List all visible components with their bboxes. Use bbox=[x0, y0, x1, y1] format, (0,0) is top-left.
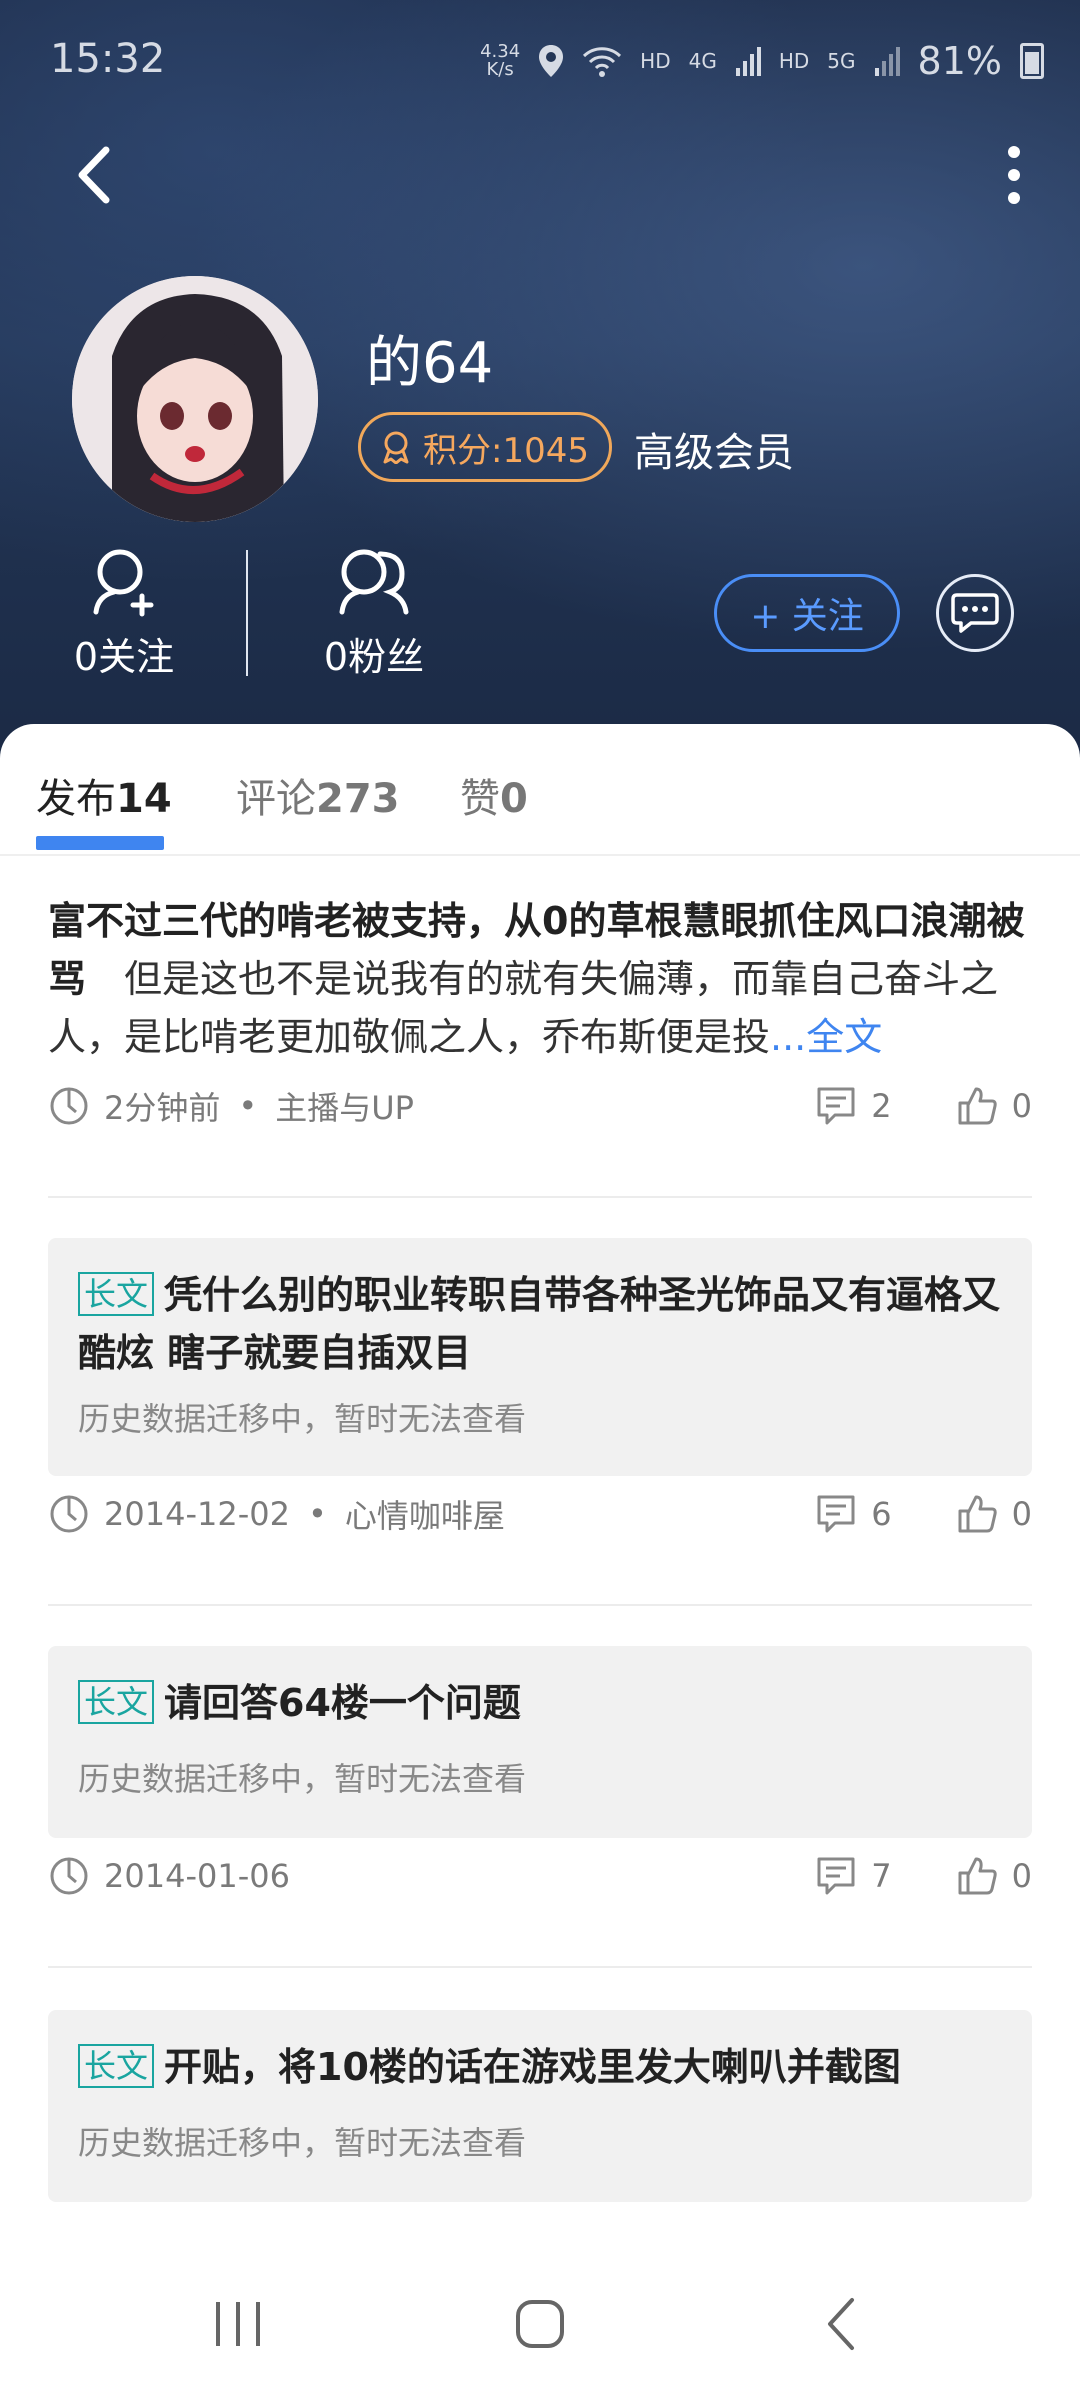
status-icons: 4.34 K/s HD 4G HD 5G 81% bbox=[480, 36, 1044, 86]
like-count: 0 bbox=[1011, 1087, 1032, 1125]
stat-divider bbox=[246, 550, 248, 676]
system-back-button[interactable] bbox=[812, 2294, 872, 2354]
post-time: 2014-01-06 bbox=[104, 1857, 290, 1895]
battery-level: 81% bbox=[917, 39, 1002, 83]
long-post-subtitle: 历史数据迁移中，暂时无法查看 bbox=[78, 1760, 527, 1798]
hd-label-2: HD bbox=[778, 49, 810, 73]
battery-icon bbox=[1020, 43, 1044, 79]
active-tab-indicator bbox=[36, 836, 164, 850]
recent-apps-icon bbox=[216, 2302, 260, 2346]
long-post-card[interactable]: 长文 请回答64楼一个问题 历史数据迁移中，暂时无法查看 bbox=[48, 1646, 1032, 1838]
followers-stat[interactable]: 0粉丝 bbox=[284, 540, 464, 681]
read-more-link[interactable]: ...全文 bbox=[770, 1015, 882, 1059]
status-bar: 15:32 4.34 K/s HD 4G HD 5G 81% bbox=[0, 0, 1080, 120]
post-time: 2分钟前 bbox=[104, 1089, 221, 1127]
network-type-1: 4G bbox=[688, 49, 717, 73]
fans-icon bbox=[339, 549, 409, 615]
points-badge[interactable]: 积分:1045 bbox=[358, 412, 612, 482]
tab-likes[interactable]: 赞0 bbox=[460, 766, 528, 824]
like-group[interactable]: 0 bbox=[956, 1493, 1032, 1535]
network-type-2: 5G bbox=[827, 49, 856, 73]
more-vertical-icon bbox=[1008, 146, 1020, 204]
location-icon bbox=[539, 45, 564, 77]
points-label: 积分:1045 bbox=[423, 430, 589, 471]
avatar-image bbox=[72, 276, 318, 522]
long-post-tag: 长文 bbox=[78, 1679, 155, 1724]
add-user-icon bbox=[93, 549, 154, 617]
long-post-card[interactable]: 长文 凭什么别的职业转职自带各种圣光饰品又有逼格又酷炫 瞎子就要自插双目 历史数据… bbox=[48, 1238, 1032, 1476]
comment-count: 7 bbox=[871, 1857, 892, 1895]
hd-label-1: HD bbox=[640, 49, 671, 73]
system-navigation-bar bbox=[0, 2252, 1080, 2400]
system-back-icon bbox=[828, 2298, 854, 2350]
post-meta: 2分钟前 • 主播与UP 2 0 bbox=[48, 1076, 1032, 1136]
comment-icon[interactable] bbox=[815, 1493, 857, 1535]
long-post-title: 长文 凭什么别的职业转职自带各种圣光饰品又有逼格又酷炫 瞎子就要自插双目 bbox=[78, 1271, 1001, 1375]
home-button[interactable] bbox=[510, 2294, 570, 2354]
clock-icon bbox=[50, 1087, 88, 1125]
post-meta: 2014-01-06 7 0 bbox=[48, 1846, 1032, 1906]
long-post-title: 长文 开贴，将10楼的话在游戏里发大喇叭并截图 bbox=[78, 2038, 1002, 2096]
post-category[interactable]: 主播与UP bbox=[275, 1083, 414, 1129]
post-time: 2014-12-02 bbox=[104, 1495, 290, 1533]
post-item[interactable]: 富不过三代的啃老被支持，从0的草根慧眼抓住风口浪潮被骂 但是这也不是说我有的就有… bbox=[48, 892, 1032, 1066]
comment-count: 6 bbox=[871, 1495, 892, 1533]
home-icon bbox=[516, 2300, 564, 2348]
status-time: 15:32 bbox=[50, 36, 166, 82]
follow-button-label: + 关注 bbox=[750, 596, 864, 637]
tab-bar: 发布14 评论273 赞0 bbox=[0, 724, 1080, 856]
long-post-tag: 长文 bbox=[78, 2043, 155, 2088]
like-count: 0 bbox=[1011, 1857, 1032, 1895]
post-meta: 2014-12-02 • 心情咖啡屋 6 0 bbox=[48, 1484, 1032, 1544]
divider bbox=[48, 1966, 1032, 1968]
meta-dot: • bbox=[307, 1495, 327, 1533]
post-category[interactable]: 心情咖啡屋 bbox=[345, 1491, 505, 1537]
medal-icon bbox=[383, 431, 409, 464]
comment-icon[interactable] bbox=[815, 1855, 857, 1897]
chat-icon bbox=[951, 593, 999, 633]
following-count: 0关注 bbox=[73, 635, 175, 679]
thumb-up-icon bbox=[958, 1857, 997, 1895]
like-count: 0 bbox=[1011, 1495, 1032, 1533]
like-group[interactable]: 0 bbox=[956, 1085, 1032, 1127]
divider bbox=[48, 1604, 1032, 1606]
long-post-title: 长文 请回答64楼一个问题 bbox=[78, 1674, 1002, 1732]
signal-icon-2 bbox=[874, 47, 900, 76]
comment-count: 2 bbox=[871, 1087, 892, 1125]
signal-icon-1 bbox=[735, 47, 761, 76]
recent-apps-button[interactable] bbox=[208, 2294, 268, 2354]
long-post-tag: 长文 bbox=[78, 1271, 155, 1316]
more-options-button[interactable] bbox=[984, 140, 1044, 210]
avatar[interactable] bbox=[72, 276, 318, 522]
back-button[interactable] bbox=[66, 140, 126, 210]
divider bbox=[48, 1196, 1032, 1198]
network-speed: 4.34 K/s bbox=[480, 41, 521, 80]
following-stat[interactable]: 0关注 bbox=[34, 540, 214, 681]
username: 的64 bbox=[366, 331, 494, 396]
long-post-card[interactable]: 长文 开贴，将10楼的话在游戏里发大喇叭并截图 历史数据迁移中，暂时无法查看 bbox=[48, 2010, 1032, 2202]
long-post-subtitle: 历史数据迁移中，暂时无法查看 bbox=[78, 2124, 527, 2162]
like-group[interactable]: 0 bbox=[956, 1855, 1032, 1897]
followers-count: 0粉丝 bbox=[323, 635, 425, 679]
thumb-up-icon bbox=[958, 1495, 997, 1533]
clock-icon bbox=[50, 1495, 88, 1533]
long-post-subtitle: 历史数据迁移中，暂时无法查看 bbox=[78, 1400, 527, 1438]
follow-button[interactable]: + 关注 bbox=[714, 574, 900, 652]
content-panel: 发布14 评论273 赞0 富不过三代的啃老被支持，从0的草根慧眼抓住风口浪潮被… bbox=[0, 724, 1080, 2400]
wifi-icon bbox=[583, 47, 622, 77]
back-arrow-icon bbox=[78, 146, 110, 204]
comment-icon[interactable] bbox=[815, 1085, 857, 1127]
post-text: 富不过三代的啃老被支持，从0的草根慧眼抓住风口浪潮被骂 但是这也不是说我有的就有… bbox=[48, 892, 1032, 1066]
tab-comments[interactable]: 评论273 bbox=[236, 766, 400, 824]
member-level: 高级会员 bbox=[634, 430, 794, 476]
tab-posts[interactable]: 发布14 bbox=[36, 766, 172, 824]
message-button[interactable] bbox=[936, 574, 1014, 652]
meta-dot: • bbox=[238, 1087, 258, 1125]
clock-icon bbox=[50, 1857, 88, 1895]
thumb-up-icon bbox=[958, 1087, 997, 1125]
